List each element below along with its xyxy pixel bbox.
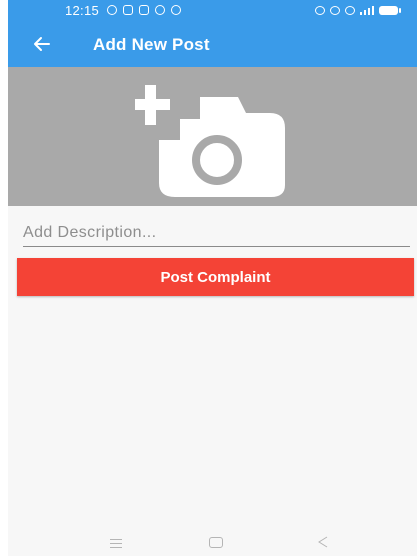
circle-notification-icon [171,5,181,15]
app-notification-icon [155,5,165,15]
wifi-icon [330,6,340,15]
message-icon [123,5,133,15]
home-icon[interactable] [209,537,223,548]
menu-icon[interactable] [110,539,122,551]
alarm-icon [315,6,325,15]
whatsapp-icon [107,5,117,15]
facebook-icon [139,5,149,15]
post-complaint-button[interactable]: Post Complaint [17,258,414,296]
phone-screen: 12:15 Add New Post Add Description... Po… [8,0,417,556]
signal-icon [360,6,374,15]
description-input[interactable] [23,222,410,244]
hotspot-icon [345,6,355,15]
navigation-bar [8,528,417,556]
image-picker[interactable] [8,67,417,206]
app-bar: Add New Post [8,22,417,67]
arrow-left-icon[interactable] [28,30,56,58]
back-triangle-icon[interactable] [317,536,329,548]
status-bar: 12:15 [8,0,417,22]
description-field[interactable] [23,222,410,247]
notification-icons [107,5,181,15]
page-title: Add New Post [93,35,210,54]
status-time: 12:15 [65,3,100,18]
battery-icon [379,6,401,15]
add-a-photo-icon[interactable] [135,85,309,197]
system-icons [315,6,401,15]
